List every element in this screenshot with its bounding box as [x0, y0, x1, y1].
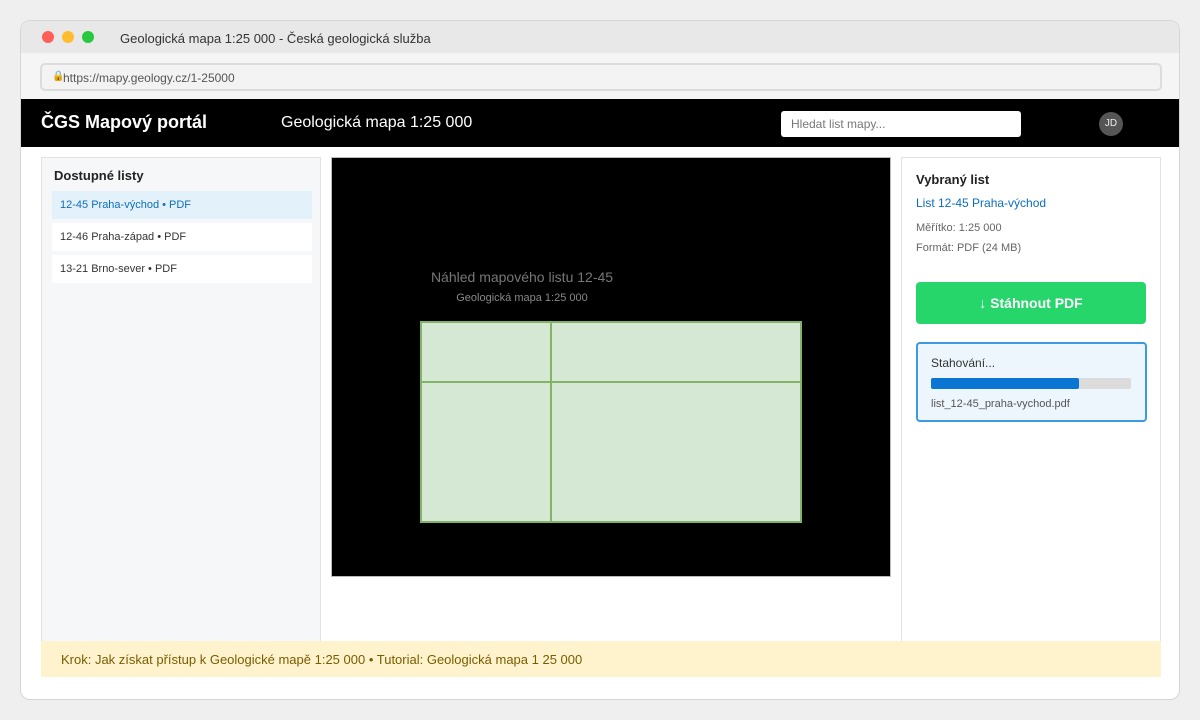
map-preview[interactable]: Náhled mapového listu 12-45 Geologická m…: [331, 157, 891, 577]
download-progress-box: Stahování... list_12-45_praha-vychod.pdf: [916, 342, 1147, 422]
title-bar: Geologická mapa 1:25 000 - Česká geologi…: [21, 21, 1179, 53]
app-header: ČGS Mapový portál Geologická mapa 1:25 0…: [21, 99, 1179, 147]
progress-label: Stahování...: [931, 356, 996, 370]
avatar[interactable]: JD: [1099, 112, 1123, 136]
minimize-window-button[interactable]: [62, 31, 74, 43]
lock-icon: 🔒: [52, 71, 65, 82]
window-title: Geologická mapa 1:25 000 - Česká geologi…: [120, 31, 431, 46]
search-input[interactable]: [781, 111, 1021, 137]
brand-logo-text[interactable]: ČGS Mapový portál: [41, 112, 207, 133]
tutorial-banner-text: Krok: Jak získat přístup k Geologické ma…: [61, 652, 583, 667]
preview-subtitle: Geologická mapa 1:25 000: [456, 292, 588, 304]
sheet-list-title: Dostupné listy: [54, 168, 144, 183]
sheet-item-12-46[interactable]: 12-46 Praha-západ • PDF: [52, 223, 312, 251]
sheet-item-13-21[interactable]: 13-21 Brno-sever • PDF: [52, 255, 312, 283]
address-bar[interactable]: 🔒 https://mapy.geology.cz/1-25000: [40, 63, 1162, 91]
sheet-item-12-45[interactable]: 12-45 Praha-východ • PDF: [52, 191, 312, 219]
browser-window: Geologická mapa 1:25 000 - Česká geologi…: [20, 20, 1180, 700]
tutorial-banner: Krok: Jak získat přístup k Geologické ma…: [41, 641, 1161, 677]
selected-sheet-link[interactable]: List 12-45 Praha-východ: [916, 196, 1046, 210]
scale-info: Měřítko: 1:25 000: [916, 222, 1002, 234]
sheet-list-panel: Dostupné listy 12-45 Praha-východ • PDF …: [41, 157, 321, 677]
grid-line-vertical: [550, 323, 552, 521]
grid-line-horizontal: [422, 381, 800, 383]
close-window-button[interactable]: [42, 31, 54, 43]
progress-filename: list_12-45_praha-vychod.pdf: [931, 398, 1070, 410]
sheet-list: 12-45 Praha-východ • PDF 12-46 Praha-záp…: [52, 191, 312, 287]
progress-track: [931, 378, 1131, 389]
page-title: Geologická mapa 1:25 000: [281, 114, 473, 131]
maximize-window-button[interactable]: [82, 31, 94, 43]
format-info: Formát: PDF (24 MB): [916, 242, 1022, 254]
map-sheet-grid[interactable]: [420, 321, 802, 523]
progress-fill: [931, 378, 1079, 389]
selected-sheet-panel: Vybraný list List 12-45 Praha-východ Měř…: [901, 157, 1161, 677]
preview-title: Náhled mapového listu 12-45: [430, 269, 614, 285]
download-pdf-button[interactable]: ↓ Stáhnout PDF: [916, 282, 1146, 324]
url-text[interactable]: https://mapy.geology.cz/1-25000: [63, 71, 235, 85]
selected-sheet-title: Vybraný list: [916, 172, 990, 187]
address-bar-row: 🔒 https://mapy.geology.cz/1-25000: [21, 53, 1179, 99]
